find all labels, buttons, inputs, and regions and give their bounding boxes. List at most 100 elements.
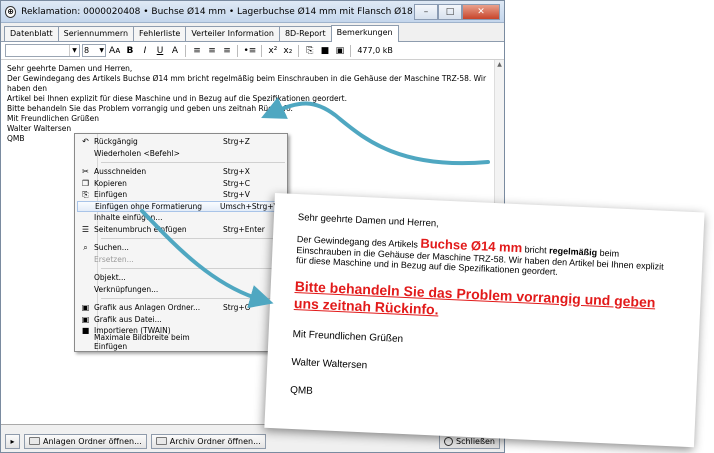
menu-icon-placeholder xyxy=(80,273,91,282)
font-family-select[interactable]: ▼ xyxy=(5,44,80,57)
image-folder-icon: ▣ xyxy=(81,303,90,313)
italic-icon[interactable]: I xyxy=(138,44,151,57)
menu-item-label: Ersetzen... xyxy=(94,254,134,264)
menu-item-maximale-bildbreite-beim-einf-gen[interactable]: Maximale Bildbreite beim Einfügen xyxy=(75,333,287,351)
zoom-callout: Sehr geehrte Damen und Herren, Der Gewin… xyxy=(264,193,705,448)
menu-separator xyxy=(101,162,285,163)
superscript-icon[interactable]: x² xyxy=(266,44,279,57)
menu-item-ersetzen[interactable]: Ersetzen... xyxy=(75,254,287,266)
menu-item-verkn-pfungen[interactable]: Verknüpfungen... xyxy=(75,284,287,296)
text-color-icon[interactable]: A xyxy=(168,44,181,57)
font-size-select[interactable]: 8 ▼ xyxy=(82,44,106,57)
open-attachments-folder-button[interactable]: Anlagen Ordner öffnen... xyxy=(24,433,147,449)
context-menu: ↶ Rückgängig Strg+Z Wiederholen <Befehl> ✂ Au… xyxy=(74,133,288,352)
toolbar-separator xyxy=(261,44,263,57)
menu-item-label: Ausschneiden xyxy=(94,167,147,177)
align-left-icon[interactable]: ≡ xyxy=(190,44,203,57)
maximize-button[interactable]: □ xyxy=(438,3,462,20)
tab-8d-report[interactable]: 8D-Report xyxy=(278,26,332,41)
scroll-up-icon[interactable]: ▲ xyxy=(495,60,504,70)
image-file-icon: ▣ xyxy=(81,314,90,324)
menu-icon-placeholder xyxy=(81,202,92,211)
menu-item-shortcut: Strg+X xyxy=(223,167,250,177)
subscript-icon[interactable]: x₂ xyxy=(281,44,294,57)
tab-bar: Datenblatt Seriennummern Fehlerliste Vertei… xyxy=(1,25,504,42)
font-size-value: 8 xyxy=(84,46,90,55)
menu-item-ausschneiden[interactable]: ✂ Ausschneiden Strg+X xyxy=(75,166,287,178)
menu-icon-placeholder xyxy=(80,285,91,294)
menu-item-label: Seitenumbruch einfügen xyxy=(94,224,187,234)
menu-item-wiederholen-befehl[interactable]: Wiederholen <Befehl> xyxy=(75,148,287,160)
open-archive-folder-label: Archiv Ordner öffnen... xyxy=(169,436,261,446)
align-right-icon[interactable]: ≡ xyxy=(220,44,233,57)
menu-item-kopieren[interactable]: ❐ Kopieren Strg+C xyxy=(75,178,287,190)
format-toolbar: ▼ 8 ▼ Aᴀ B I U A ≡ ≡ ≡ •≡ x² x₂ ⎘ ■ ▣ 477,0 kB xyxy=(1,42,504,60)
menu-item-r-ckg-ngig[interactable]: ↶ Rückgängig Strg+Z xyxy=(75,136,287,148)
tab-bemerkungen[interactable]: Bemerkungen xyxy=(330,25,399,42)
image-icon[interactable]: ▣ xyxy=(333,44,346,57)
open-archive-folder-button[interactable]: Archiv Ordner öffnen... xyxy=(150,433,266,449)
editor-line: Der Gewindegang des Artikels Buchse Ø14 … xyxy=(7,74,489,93)
callout-body-mid: bricht xyxy=(521,244,550,256)
menu-separator xyxy=(101,238,285,239)
menu-icon-placeholder xyxy=(80,338,91,347)
menu-item-grafik-aus-anlagen-ordner[interactable]: ▣ Grafik aus Anlagen Ordner... Strg+O xyxy=(75,302,287,314)
menu-item-inhalte-einf-gen[interactable]: Inhalte einfügen... xyxy=(75,212,287,224)
menu-separator xyxy=(101,298,285,299)
undo-icon: ↶ xyxy=(82,137,89,147)
minimize-button[interactable]: – xyxy=(414,3,438,20)
picture-icon[interactable]: ■ xyxy=(318,44,331,57)
menu-item-label: Suchen... xyxy=(94,243,129,253)
tab-seriennummern[interactable]: Seriennummern xyxy=(57,26,135,41)
menu-item-label: Wiederholen <Befehl> xyxy=(94,148,180,158)
tab-datenblatt[interactable]: Datenblatt xyxy=(4,26,59,41)
menu-item-label: Verknüpfungen... xyxy=(94,284,159,294)
menu-item-suchen[interactable]: ⌕ Suchen... xyxy=(75,242,287,254)
page-break-icon: ☰ xyxy=(81,224,90,234)
menu-item-seitenumbruch-einf-gen[interactable]: ☰ Seitenumbruch einfügen Strg+Enter xyxy=(75,224,287,236)
title-bar[interactable]: ⊕ Reklamation: 0000020408 • Buchse Ø14 m… xyxy=(1,1,504,23)
menu-item-shortcut: Strg+C xyxy=(223,178,250,188)
callout-closing: Mit Freundlichen Grüßen xyxy=(292,328,404,345)
toolbar-separator xyxy=(237,44,239,57)
menu-item-label: Einfügen xyxy=(94,190,128,200)
menu-separator xyxy=(101,268,285,269)
menu-item-objekt[interactable]: Objekt... xyxy=(75,272,287,284)
menu-item-label: Kopieren xyxy=(94,178,127,188)
bullet-list-icon[interactable]: •≡ xyxy=(242,44,257,57)
menu-item-shortcut: Strg+Z xyxy=(223,137,250,147)
close-window-button[interactable]: ✕ xyxy=(462,3,500,20)
underline-icon[interactable]: U xyxy=(153,44,166,57)
menu-item-grafik-aus-datei[interactable]: ▣ Grafik aus Datei... xyxy=(75,314,287,326)
menu-item-label: Inhalte einfügen... xyxy=(94,213,163,223)
window-controls: – □ ✕ xyxy=(414,3,500,20)
toolbar-separator xyxy=(298,44,300,57)
menu-item-label: Einfügen ohne Formatierung xyxy=(95,201,203,211)
menu-item-label: Rückgängig xyxy=(94,137,138,147)
tab-verteiler-information[interactable]: Verteiler Information xyxy=(185,26,280,41)
folder-icon xyxy=(155,437,167,445)
callout-name: Walter Waltersen xyxy=(291,356,368,371)
editor-line: Artikel bei Ihnen explizit für diese Mas… xyxy=(7,94,348,103)
app-icon: ⊕ xyxy=(5,5,17,18)
editor-line: Sehr geehrte Damen und Herren, xyxy=(7,64,133,73)
menu-item-label: Objekt... xyxy=(94,273,126,283)
menu-item-einf-gen[interactable]: ⎘ Einfügen Strg+V xyxy=(75,189,287,201)
power-icon xyxy=(444,436,454,446)
bold-icon[interactable]: B xyxy=(123,44,136,57)
camera-icon: ■ xyxy=(81,326,90,336)
font-size-icon[interactable]: Aᴀ xyxy=(108,44,121,57)
editor-line: Mit Freundlichen Grüßen xyxy=(7,114,99,123)
menu-item-einf-gen-ohne-formatierung[interactable]: Einfügen ohne Formatierung Umsch+Strg+V xyxy=(77,200,285,212)
attach-icon[interactable]: ⎘ xyxy=(303,44,316,57)
search-icon: ⌕ xyxy=(83,242,88,252)
menu-item-label: Grafik aus Datei... xyxy=(94,314,162,324)
nav-button[interactable]: ▸ xyxy=(5,433,20,449)
menu-item-label: Maximale Bildbreite beim Einfügen xyxy=(94,333,190,352)
align-center-icon[interactable]: ≡ xyxy=(205,44,218,57)
callout-emphasis: Bitte behandeln Sie das Problem vorrangi… xyxy=(293,277,656,318)
scissors-icon: ✂ xyxy=(82,167,89,177)
tab-fehlerliste[interactable]: Fehlerliste xyxy=(133,26,187,41)
play-icon: ▸ xyxy=(10,436,15,446)
menu-icon-placeholder xyxy=(80,213,91,222)
